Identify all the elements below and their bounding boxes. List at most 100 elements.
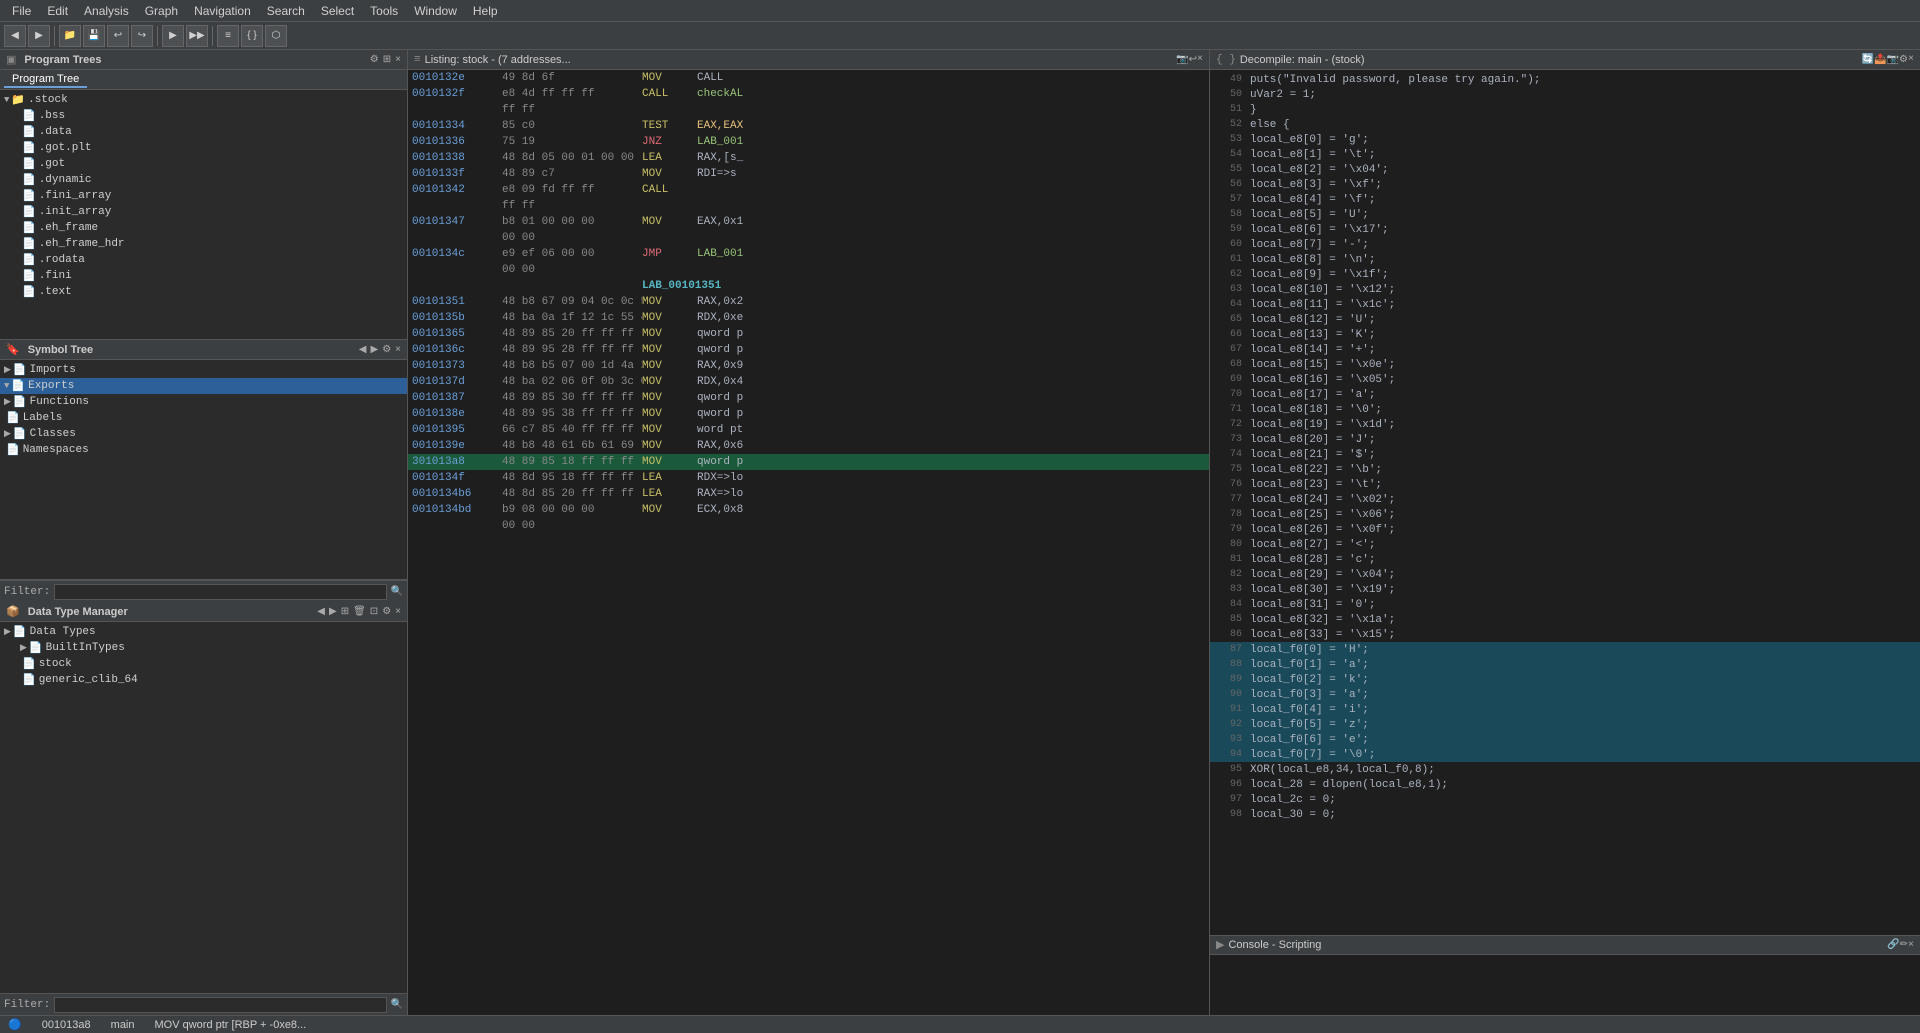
listing-restore[interactable]: ↩ bbox=[1189, 54, 1197, 66]
menu-analysis[interactable]: Analysis bbox=[76, 2, 137, 20]
decompile-line[interactable]: 60 local_e8[7] = '-'; bbox=[1210, 237, 1920, 252]
program-tree-settings[interactable]: ⚙ bbox=[370, 54, 379, 65]
decompile-line[interactable]: 73 local_e8[20] = 'J'; bbox=[1210, 432, 1920, 447]
dt-close[interactable]: × bbox=[395, 606, 401, 617]
decompile-line[interactable]: 61 local_e8[8] = '\n'; bbox=[1210, 252, 1920, 267]
program-tree-item[interactable]: 📄 .eh_frame_hdr bbox=[0, 236, 407, 252]
decompile-line[interactable]: 95 XOR(local_e8,34,local_f0,8); bbox=[1210, 762, 1920, 777]
symbol-tree-close[interactable]: × bbox=[395, 344, 401, 355]
decompile-line[interactable]: 96 local_28 = dlopen(local_e8,1); bbox=[1210, 777, 1920, 792]
decompile-line[interactable]: 75 local_e8[22] = '\b'; bbox=[1210, 462, 1920, 477]
listing-row[interactable]: 00 00 bbox=[408, 230, 1209, 246]
decompile-reload[interactable]: 🔄 bbox=[1862, 54, 1874, 66]
decompile-line[interactable]: 64 local_e8[11] = '\x1c'; bbox=[1210, 297, 1920, 312]
menu-select[interactable]: Select bbox=[313, 2, 362, 20]
console-clear[interactable]: 🔗 bbox=[1887, 939, 1899, 951]
toolbar-redo[interactable]: ↪ bbox=[131, 25, 153, 47]
decompile-line[interactable]: 90 local_f0[3] = 'a'; bbox=[1210, 687, 1920, 702]
decompile-line[interactable]: 91 local_f0[4] = 'i'; bbox=[1210, 702, 1920, 717]
listing-row[interactable]: 0010137d 48 ba 02 06 0f 0b 3c 04 19 4f M… bbox=[408, 374, 1209, 390]
console-close[interactable]: × bbox=[1908, 940, 1914, 951]
dt-settings3[interactable]: ⊡ bbox=[370, 606, 378, 617]
decompile-line[interactable]: 70 local_e8[17] = 'a'; bbox=[1210, 387, 1920, 402]
decompile-line[interactable]: 54 local_e8[1] = '\t'; bbox=[1210, 147, 1920, 162]
symbol-tree-item[interactable]: 📄 Labels bbox=[0, 410, 407, 426]
program-tree-expand[interactable]: ⊞ bbox=[383, 54, 391, 65]
decompile-line[interactable]: 85 local_e8[32] = '\x1a'; bbox=[1210, 612, 1920, 627]
decompile-line[interactable]: 63 local_e8[10] = '\x12'; bbox=[1210, 282, 1920, 297]
console-content[interactable] bbox=[1210, 955, 1920, 1015]
decompile-line[interactable]: 62 local_e8[9] = '\x1f'; bbox=[1210, 267, 1920, 282]
decompile-line[interactable]: 89 local_f0[2] = 'k'; bbox=[1210, 672, 1920, 687]
decompile-line[interactable]: 97 local_2c = 0; bbox=[1210, 792, 1920, 807]
symbol-tree-left[interactable]: ◀ bbox=[359, 344, 367, 355]
listing-snapshot[interactable]: 📷 bbox=[1176, 54, 1188, 66]
decompile-snap[interactable]: 📷 bbox=[1887, 54, 1899, 66]
dt-settings2[interactable]: 🗑 bbox=[353, 606, 366, 617]
program-tree-item[interactable]: 📄 .bss bbox=[0, 108, 407, 124]
menu-graph[interactable]: Graph bbox=[137, 2, 186, 20]
symbol-tree-right[interactable]: ▶ bbox=[370, 344, 378, 355]
decompile-line[interactable]: 84 local_e8[31] = '0'; bbox=[1210, 597, 1920, 612]
listing-row[interactable]: 0010132e 49 8d 6f MOV CALL bbox=[408, 70, 1209, 86]
decompile-line[interactable]: 86 local_e8[33] = '\x15'; bbox=[1210, 627, 1920, 642]
dt-settings4[interactable]: ⚙ bbox=[382, 606, 391, 617]
data-type-item[interactable]: 📄 generic_clib_64 bbox=[0, 672, 407, 688]
data-type-content[interactable]: ▶ 📄 Data Types ▶ 📄 BuiltInTypes 📄 stock … bbox=[0, 622, 407, 993]
listing-row[interactable]: 00 00 bbox=[408, 518, 1209, 534]
menu-help[interactable]: Help bbox=[465, 2, 506, 20]
program-tree-tab[interactable]: Program Tree bbox=[4, 72, 87, 88]
program-tree-content[interactable]: ▼ 📁 .stock 📄 .bss 📄 .data 📄 .got.plt 📄 .… bbox=[0, 90, 407, 339]
program-tree-item[interactable]: 📄 .data bbox=[0, 124, 407, 140]
program-tree-item[interactable]: 📄 .got bbox=[0, 156, 407, 172]
toolbar-undo[interactable]: ↩ bbox=[107, 25, 129, 47]
symbol-tree-item[interactable]: 📄 Namespaces bbox=[0, 442, 407, 458]
toolbar-save[interactable]: 💾 bbox=[83, 25, 105, 47]
decompile-line[interactable]: 98 local_30 = 0; bbox=[1210, 807, 1920, 822]
listing-row[interactable]: 00101395 66 c7 85 40 ff ff ff MOV word p… bbox=[408, 422, 1209, 438]
listing-row[interactable]: 0010134f 48 8d 95 18 ff ff ff LEA RDX=>l… bbox=[408, 470, 1209, 486]
listing-row[interactable]: 301013a8 48 89 85 18 ff ff ff MOV qword … bbox=[408, 454, 1209, 470]
toolbar-back[interactable]: ◀ bbox=[4, 25, 26, 47]
decompile-line[interactable]: 87 local_f0[0] = 'H'; bbox=[1210, 642, 1920, 657]
dt-filter-icon[interactable]: 🔍 bbox=[391, 999, 403, 1011]
toolbar-listing[interactable]: ≡ bbox=[217, 25, 239, 47]
symbol-tree-item[interactable]: ▶ 📄 Classes bbox=[0, 426, 407, 442]
program-tree-item[interactable]: 📄 .eh_frame bbox=[0, 220, 407, 236]
listing-content[interactable]: 0010132e 49 8d 6f MOV CALL0010132f e8 4d… bbox=[408, 70, 1209, 1015]
decompile-line[interactable]: 82 local_e8[29] = '\x04'; bbox=[1210, 567, 1920, 582]
data-type-filter-input[interactable] bbox=[54, 997, 386, 1013]
decompile-line[interactable]: 78 local_e8[25] = '\x06'; bbox=[1210, 507, 1920, 522]
menu-edit[interactable]: Edit bbox=[39, 2, 76, 20]
symbol-tree-filter-input[interactable] bbox=[54, 584, 386, 600]
symbol-tree-item[interactable]: ▶ 📄 Imports bbox=[0, 362, 407, 378]
symbol-tree-settings[interactable]: ⚙ bbox=[382, 344, 391, 355]
program-tree-item[interactable]: 📄 .text bbox=[0, 284, 407, 300]
decompile-line[interactable]: 52 else { bbox=[1210, 117, 1920, 132]
program-tree-item[interactable]: 📄 .got.plt bbox=[0, 140, 407, 156]
listing-row[interactable]: 0010132f e8 4d ff ff ff CALL checkAL bbox=[408, 86, 1209, 102]
decompile-line[interactable]: 72 local_e8[19] = '\x1d'; bbox=[1210, 417, 1920, 432]
decompile-line[interactable]: 59 local_e8[6] = '\x17'; bbox=[1210, 222, 1920, 237]
decompile-line[interactable]: 65 local_e8[12] = 'U'; bbox=[1210, 312, 1920, 327]
toolbar-decompile[interactable]: { } bbox=[241, 25, 263, 47]
decompile-line[interactable]: 69 local_e8[16] = '\x05'; bbox=[1210, 372, 1920, 387]
program-tree-item[interactable]: 📄 .init_array bbox=[0, 204, 407, 220]
symbol-tree-item[interactable]: ▼ 📄 Exports bbox=[0, 378, 407, 394]
decompile-line[interactable]: 77 local_e8[24] = '\x02'; bbox=[1210, 492, 1920, 507]
toolbar-analyze[interactable]: ▶ bbox=[162, 25, 184, 47]
decompile-line[interactable]: 79 local_e8[26] = '\x0f'; bbox=[1210, 522, 1920, 537]
listing-row[interactable]: ff ff bbox=[408, 198, 1209, 214]
decompile-line[interactable]: 93 local_f0[6] = 'e'; bbox=[1210, 732, 1920, 747]
dt-left[interactable]: ◀ bbox=[317, 606, 325, 617]
decompile-line[interactable]: 57 local_e8[4] = '\f'; bbox=[1210, 192, 1920, 207]
listing-row[interactable]: 0010136c 48 89 95 28 ff ff ff MOV qword … bbox=[408, 342, 1209, 358]
listing-row[interactable]: 0010134bd b9 08 00 00 00 MOV ECX,0x8 bbox=[408, 502, 1209, 518]
decompile-export[interactable]: 📤 bbox=[1874, 54, 1886, 66]
toolbar-graph[interactable]: ⬡ bbox=[265, 25, 287, 47]
filter-icon[interactable]: 🔍 bbox=[391, 586, 403, 598]
decompile-line[interactable]: 67 local_e8[14] = '+'; bbox=[1210, 342, 1920, 357]
listing-close[interactable]: × bbox=[1197, 54, 1203, 65]
program-tree-item[interactable]: 📄 .rodata bbox=[0, 252, 407, 268]
decompile-line[interactable]: 94 local_f0[7] = '\0'; bbox=[1210, 747, 1920, 762]
